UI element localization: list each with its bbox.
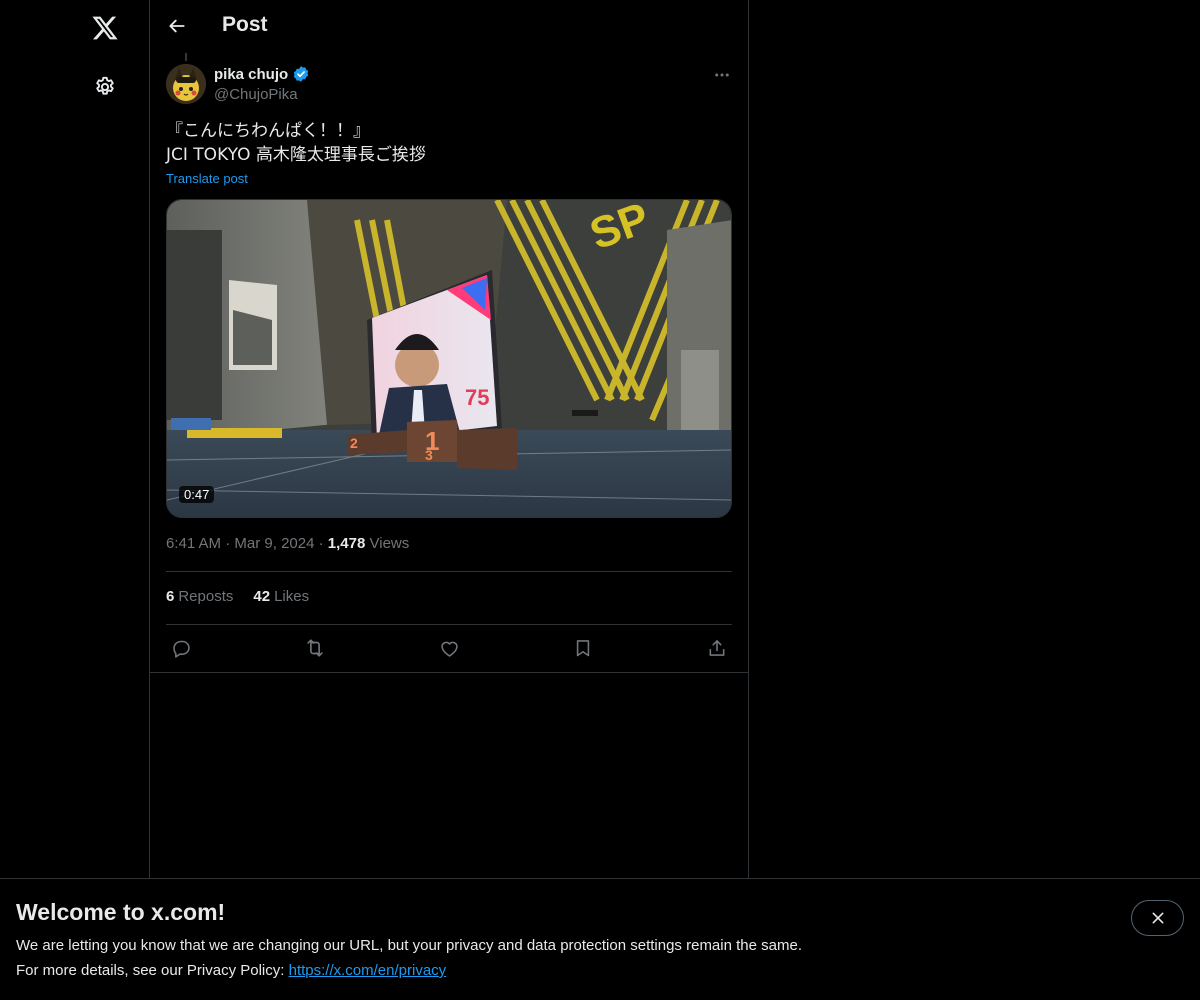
post-text: 『こんにちわんぱく！！』 JCI TOKYO 高木隆太理事長ご挨拶	[166, 119, 732, 167]
more-dots-icon	[715, 73, 729, 77]
x-logo-button[interactable]	[81, 4, 129, 52]
bookmark-button[interactable]	[571, 636, 595, 660]
avatar[interactable]	[166, 64, 206, 104]
translate-post-link[interactable]: Translate post	[166, 171, 248, 186]
settings-button[interactable]	[81, 63, 129, 111]
page-header: Post	[150, 0, 748, 53]
meta-separator: ·	[318, 535, 324, 552]
engagement-stats: 6 Reposts 42 Likes	[166, 588, 309, 605]
banner-privacy-line: For more details, see our Privacy Policy…	[16, 962, 446, 979]
reposts-count: 6	[166, 588, 175, 605]
post-time[interactable]: 6:41 AM	[166, 535, 221, 552]
divider	[166, 624, 732, 625]
close-banner-button[interactable]	[1131, 900, 1184, 936]
post-text-line-2: JCI TOKYO 高木隆太理事長ご挨拶	[166, 145, 426, 165]
like-icon	[440, 641, 458, 657]
welcome-banner: Welcome to x.com! We are letting you kno…	[0, 878, 1200, 1000]
privacy-policy-link[interactable]: https://x.com/en/privacy	[289, 962, 447, 979]
author-handle[interactable]: @ChujoPika	[214, 86, 298, 103]
reposts-label: Reposts	[178, 588, 234, 605]
share-icon	[709, 640, 725, 656]
verified-badge-icon	[293, 66, 309, 82]
gear-icon	[96, 76, 114, 95]
svg-text:3: 3	[425, 447, 433, 463]
x-logo-icon	[92, 16, 118, 40]
post-date[interactable]: Mar 9, 2024	[234, 535, 314, 552]
left-navigation-rail	[0, 0, 149, 1000]
divider	[166, 571, 732, 572]
thread-connector-line	[185, 53, 187, 61]
video-player[interactable]: SP 75 2 1 3 0:47	[166, 199, 732, 518]
likes-count: 42	[253, 588, 271, 605]
reply-icon	[172, 640, 190, 658]
svg-text:2: 2	[350, 435, 358, 451]
reposts-stat[interactable]: 6 Reposts	[166, 588, 233, 605]
like-button[interactable]	[437, 636, 461, 660]
repost-icon	[307, 639, 323, 657]
author-name[interactable]: pika chujo	[214, 65, 310, 83]
views-label: Views	[369, 535, 410, 552]
close-icon	[1152, 912, 1163, 924]
more-options-button[interactable]	[710, 63, 734, 87]
back-arrow-icon	[169, 19, 185, 33]
views-count: 1,478	[327, 535, 366, 552]
video-duration-badge: 0:47	[179, 486, 215, 503]
bookmark-icon	[576, 640, 590, 657]
post-actions	[166, 636, 732, 660]
post-text-line-1: 『こんにちわんぱく！！』	[166, 121, 370, 141]
primary-column: Post pika chujo @ChujoPika 『こんにちわんぱく！！』 …	[149, 0, 749, 1000]
avatar-image	[166, 64, 206, 104]
likes-label: Likes	[274, 588, 310, 605]
video-thumbnail: SP 75 2 1 3	[167, 200, 731, 517]
page-title: Post	[222, 13, 268, 36]
reply-button[interactable]	[169, 636, 193, 660]
banner-message: We are letting you know that we are chan…	[16, 937, 802, 954]
svg-text:75: 75	[465, 385, 489, 410]
likes-stat[interactable]: 42 Likes	[253, 588, 309, 605]
meta-separator: ·	[225, 535, 231, 552]
author-display-name: pika chujo	[214, 65, 289, 83]
share-button[interactable]	[705, 636, 729, 660]
divider	[150, 672, 748, 673]
repost-button[interactable]	[303, 636, 327, 660]
back-button[interactable]	[159, 8, 195, 44]
banner-privacy-prefix: For more details, see our Privacy Policy…	[16, 962, 285, 979]
banner-title: Welcome to x.com!	[16, 899, 226, 925]
post-metadata: 6:41 AM · Mar 9, 2024 · 1,478 Views	[166, 535, 409, 552]
